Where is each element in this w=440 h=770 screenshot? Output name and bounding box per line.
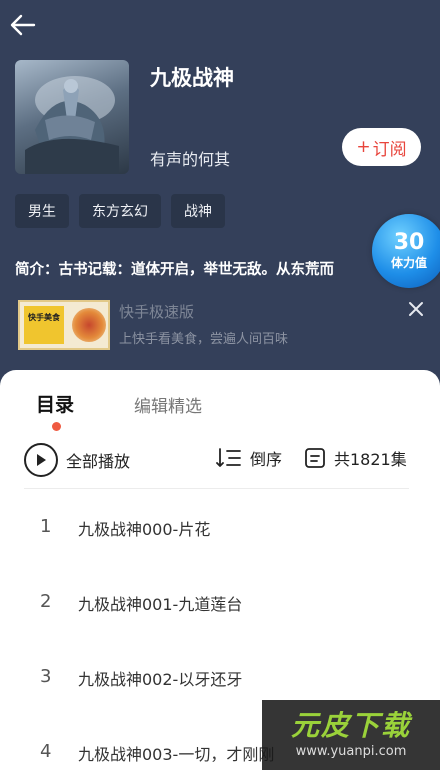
chapter-number: 4 (40, 741, 52, 762)
active-tab-indicator (52, 422, 61, 431)
sort-label: 倒序 (250, 450, 283, 469)
book-title: 九极战神 (150, 66, 234, 90)
food-image (72, 308, 106, 342)
stamina-value: 30 (393, 230, 425, 255)
ad-thumb-text: 快手美食 (24, 306, 64, 344)
ad-description: 上快手看美食，尝遍人间百味 (119, 332, 289, 347)
subscribe-button[interactable]: + 订阅 (342, 128, 421, 166)
book-cover[interactable] (15, 60, 129, 174)
chapter-number: 3 (40, 666, 52, 687)
chapter-number: 2 (40, 591, 52, 612)
play-all-button[interactable]: 全部播放 (24, 442, 130, 478)
close-icon (409, 302, 423, 316)
catalog-toolbar: 全部播放 倒序 共1821集 (24, 442, 410, 482)
chapter-row[interactable]: 2 九极战神001-九道莲台 (0, 591, 440, 631)
divider (24, 488, 409, 489)
tag-item[interactable]: 战神 (171, 194, 225, 228)
book-header: 九极战神 有声的何其 + 订阅 男生 东方玄幻 战神 简介：古书记载：道体开启，… (0, 0, 440, 380)
back-button[interactable] (8, 10, 38, 40)
subscribe-label: 订阅 (372, 139, 407, 160)
episode-count-label: 共1821集 (334, 450, 407, 469)
watermark-url: www.yuanpi.com (295, 744, 407, 759)
ad-close-button[interactable] (405, 298, 427, 320)
plus-icon: + (356, 137, 371, 157)
ad-banner[interactable]: 快手美食 快手极速版 上快手看美食，尝遍人间百味 (15, 298, 435, 354)
play-all-label: 全部播放 (66, 452, 131, 471)
cover-art (25, 76, 119, 174)
book-author[interactable]: 有声的何其 (150, 146, 230, 170)
chapter-title: 九极战神003-一切，才刚刚 (78, 745, 275, 764)
chapter-title: 九极战神000-片花 (78, 520, 211, 539)
chapter-title: 九极战神001-九道莲台 (78, 595, 243, 614)
ad-thumbnail: 快手美食 (18, 300, 110, 350)
sort-button[interactable]: 倒序 (216, 446, 282, 470)
site-watermark: 元皮下载 www.yuanpi.com (262, 700, 440, 770)
play-icon (24, 443, 58, 477)
ad-title: 快手极速版 (119, 303, 195, 321)
chapter-row[interactable]: 1 九极战神000-片花 (0, 516, 440, 556)
list-icon (305, 448, 325, 468)
tab-editor-picks[interactable]: 编辑精选 (134, 392, 202, 417)
chapter-number: 1 (40, 516, 52, 537)
tag-item[interactable]: 男生 (15, 194, 69, 228)
chapter-title: 九极战神002-以牙还牙 (78, 670, 243, 689)
watermark-logo: 元皮下载 (290, 709, 411, 742)
tab-catalog[interactable]: 目录 (36, 390, 74, 417)
tag-list: 男生 东方玄幻 战神 (15, 194, 225, 228)
tag-item[interactable]: 东方玄幻 (79, 194, 161, 228)
stamina-badge[interactable]: 30 体力值 (372, 214, 440, 288)
stamina-label: 体力值 (390, 256, 427, 270)
sort-desc-icon (216, 448, 241, 467)
arrow-left-icon (10, 14, 36, 36)
book-intro[interactable]: 简介：古书记载：道体开启，举世无敌。从东荒而 (15, 258, 385, 279)
episode-count[interactable]: 共1821集 (304, 446, 407, 470)
